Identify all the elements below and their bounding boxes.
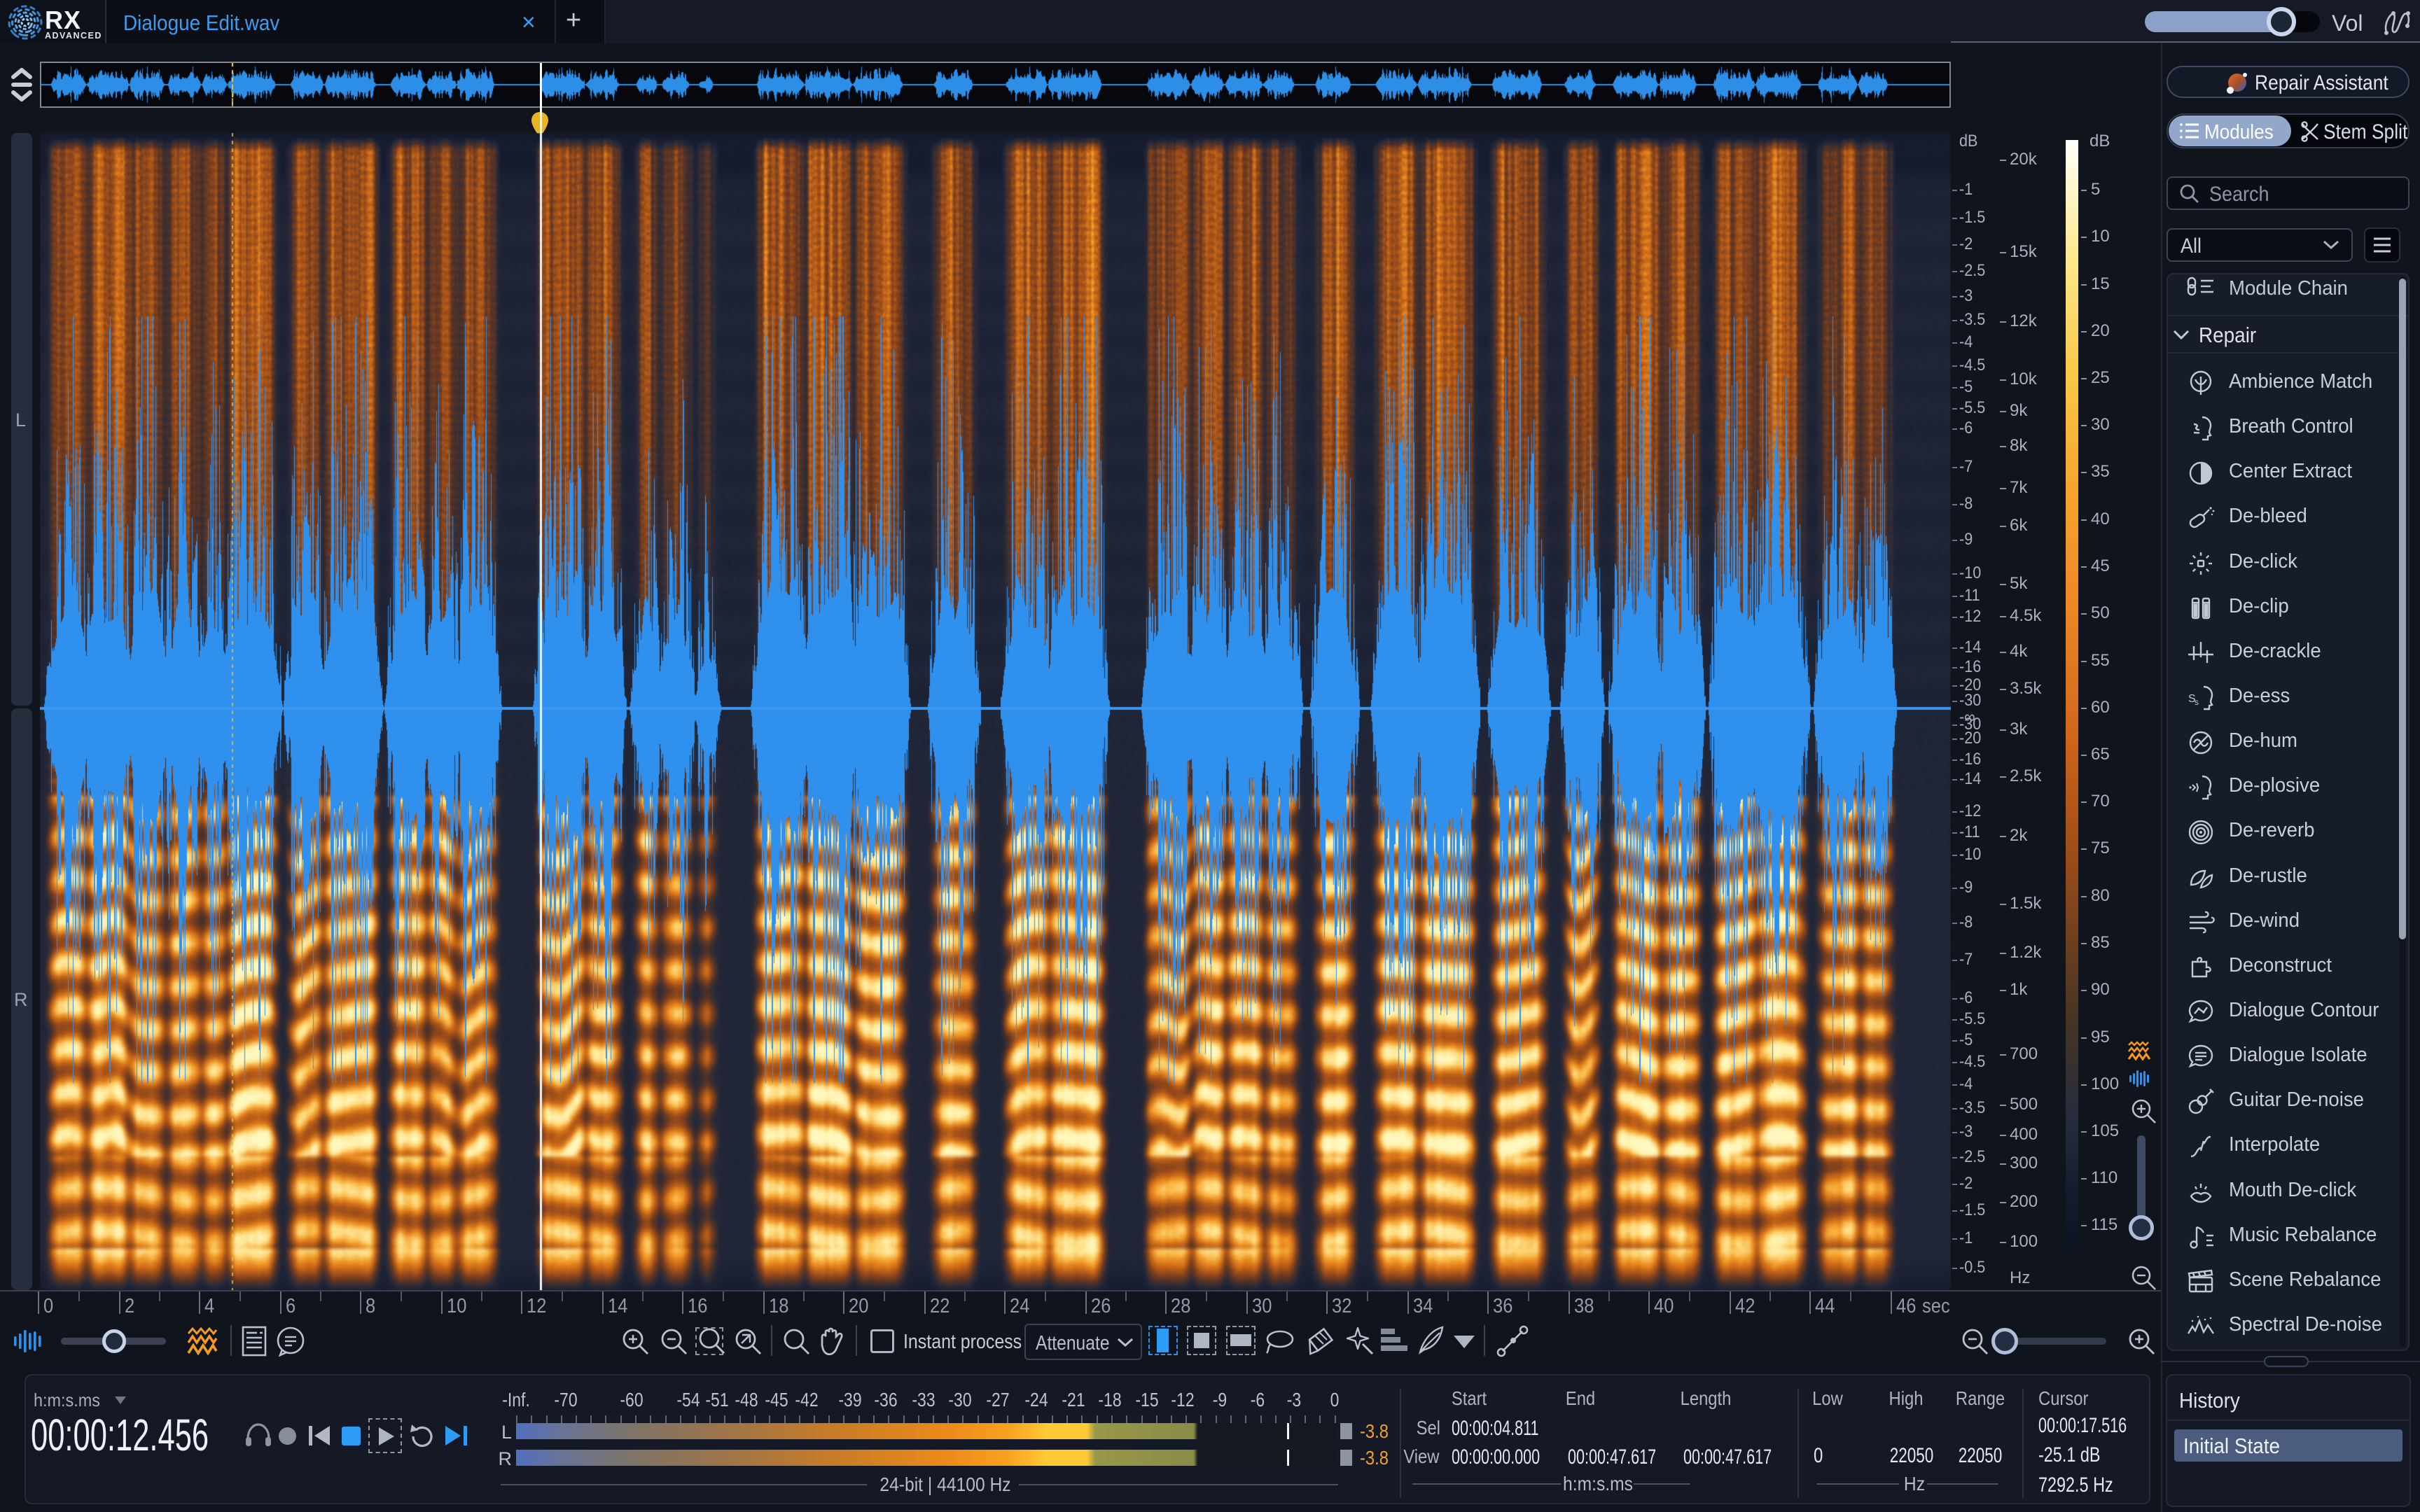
svg-text:s: s (2195, 697, 2199, 707)
